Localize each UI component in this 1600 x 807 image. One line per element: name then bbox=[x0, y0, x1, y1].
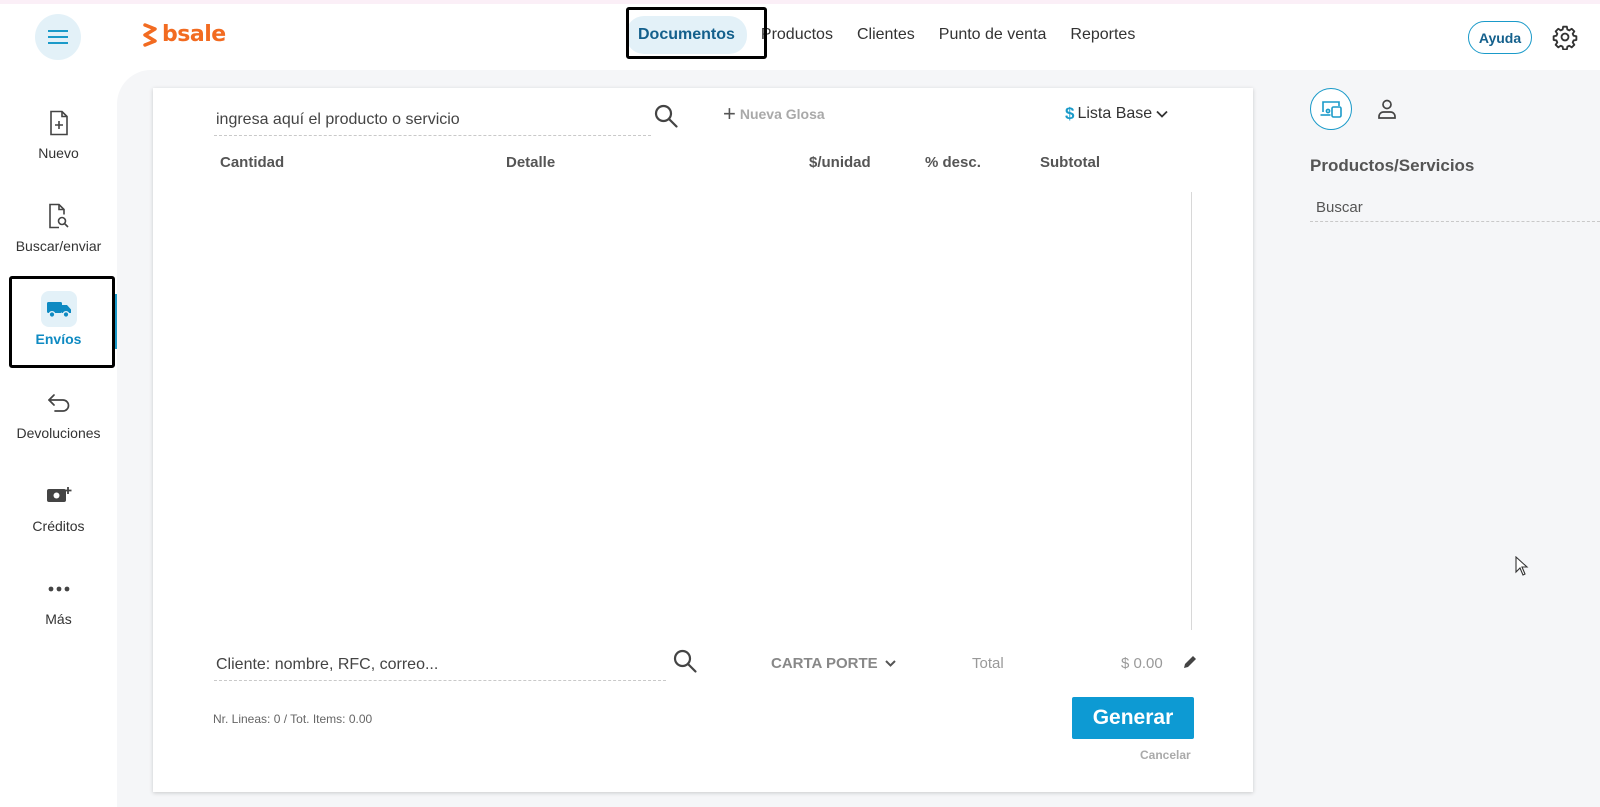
document-card: + Nueva Glosa $ Lista Base Cantidad Deta… bbox=[153, 88, 1253, 792]
nav-documentos[interactable]: Documentos bbox=[626, 16, 747, 54]
dollar-icon: $ bbox=[1065, 104, 1075, 123]
gear-icon[interactable] bbox=[1552, 24, 1578, 51]
products-panel-tab[interactable] bbox=[1310, 88, 1352, 130]
person-icon[interactable] bbox=[1372, 94, 1402, 124]
devices-icon bbox=[1320, 101, 1342, 118]
sidebar-item-nuevo[interactable]: Nuevo bbox=[0, 95, 117, 175]
sidebar-item-buscar-enviar[interactable]: Buscar/enviar bbox=[0, 188, 117, 268]
mouse-cursor-icon bbox=[1515, 556, 1529, 576]
sidebar-active-indicator bbox=[114, 294, 117, 349]
nav-reportes[interactable]: Reportes bbox=[1060, 16, 1145, 54]
column-header-cantidad: Cantidad bbox=[220, 154, 285, 171]
lines-summary: Nr. Lineas: 0 / Tot. Items: 0.00 bbox=[213, 712, 373, 726]
sidebar-item-label: Envíos bbox=[35, 331, 82, 347]
help-button[interactable]: Ayuda bbox=[1468, 21, 1532, 54]
file-search-icon bbox=[45, 202, 73, 230]
sidebar-item-envios[interactable]: Envíos bbox=[0, 281, 117, 361]
return-arrow-icon bbox=[45, 389, 73, 417]
truck-icon bbox=[40, 291, 77, 327]
price-list-label: Lista Base bbox=[1077, 105, 1153, 122]
client-search-icon[interactable] bbox=[672, 648, 700, 676]
nav-productos[interactable]: Productos bbox=[751, 16, 843, 54]
column-header-detalle: Detalle bbox=[506, 154, 556, 171]
column-header-descuento: % desc. bbox=[925, 154, 981, 171]
sidebar-item-label: Nuevo bbox=[38, 145, 79, 161]
sidebar-item-devoluciones[interactable]: Devoluciones bbox=[0, 375, 117, 455]
document-type-label: CARTA PORTE bbox=[771, 655, 878, 672]
product-search-input[interactable] bbox=[214, 104, 651, 136]
products-panel-search-input[interactable] bbox=[1310, 194, 1600, 222]
client-search-input[interactable] bbox=[214, 649, 666, 681]
plus-icon: + bbox=[723, 101, 736, 126]
bsale-logo[interactable]: bsale bbox=[142, 22, 226, 47]
total-value: $ 0.00 bbox=[1121, 655, 1163, 672]
sidebar-item-mas[interactable]: Más bbox=[0, 561, 117, 641]
search-icon[interactable] bbox=[653, 103, 681, 131]
price-list-dropdown[interactable]: $ Lista Base bbox=[1065, 104, 1169, 124]
more-dots-icon bbox=[45, 575, 73, 603]
sidebar-item-label: Créditos bbox=[32, 518, 85, 534]
logo-text: bsale bbox=[162, 22, 226, 47]
sidebar-item-creditos[interactable]: Créditos bbox=[0, 468, 117, 548]
hamburger-menu-icon[interactable] bbox=[35, 14, 81, 60]
generar-button[interactable]: Generar bbox=[1072, 697, 1194, 739]
items-scrollbar[interactable] bbox=[1191, 192, 1192, 630]
cash-plus-icon bbox=[45, 482, 73, 510]
nav-clientes[interactable]: Clientes bbox=[847, 16, 925, 54]
total-label: Total bbox=[972, 655, 1004, 672]
nueva-glosa-label: Nueva Glosa bbox=[739, 106, 825, 122]
products-panel-title: Productos/Servicios bbox=[1310, 156, 1475, 175]
top-navigation: Documentos Productos Clientes Punto de v… bbox=[626, 16, 1149, 54]
chevron-down-icon bbox=[1156, 110, 1168, 118]
column-header-subtotal: Subtotal bbox=[1040, 154, 1100, 171]
sidebar-item-label: Más bbox=[45, 611, 72, 627]
column-header-precio-unidad: $/unidad bbox=[809, 154, 871, 171]
document-type-dropdown[interactable]: CARTA PORTE bbox=[771, 655, 897, 672]
sidebar-item-label: Devoluciones bbox=[16, 425, 101, 441]
nueva-glosa-button[interactable]: + Nueva Glosa bbox=[723, 101, 825, 126]
chevron-down-icon bbox=[884, 660, 896, 667]
cancelar-link[interactable]: Cancelar bbox=[1140, 748, 1191, 762]
pencil-icon[interactable] bbox=[1182, 654, 1200, 672]
file-plus-icon bbox=[45, 109, 73, 137]
top-accent-line bbox=[0, 0, 1600, 4]
sidebar-item-label: Buscar/enviar bbox=[15, 238, 102, 254]
bsale-logo-icon bbox=[143, 22, 157, 47]
nav-punto-de-venta[interactable]: Punto de venta bbox=[929, 16, 1057, 54]
